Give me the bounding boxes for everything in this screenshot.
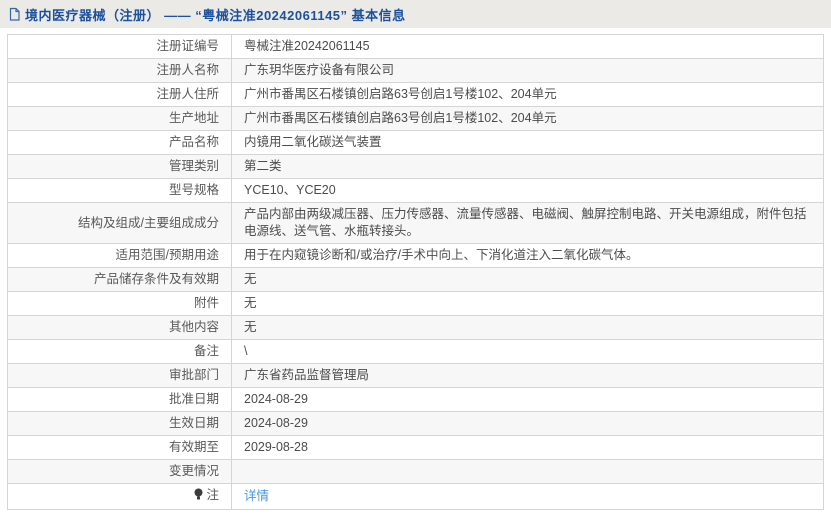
page: 境内医疗器械（注册） —— “粤械注准20242061145” 基本信息 注册证… bbox=[0, 0, 831, 516]
row-label: 批准日期 bbox=[7, 387, 232, 412]
table-row: 管理类别 第二类 bbox=[7, 154, 824, 179]
table-row: 产品储存条件及有效期无 bbox=[7, 267, 824, 292]
row-value: 内镜用二氧化碳送气装置 bbox=[231, 130, 824, 155]
table-row: 型号规格 YCE10、YCE20 bbox=[7, 178, 824, 203]
row-label: 附件 bbox=[7, 291, 232, 316]
table-row: 变更情况 bbox=[7, 459, 824, 484]
detail-link[interactable]: 详情 bbox=[244, 489, 269, 503]
row-value: 粤械注准20242061145 bbox=[231, 34, 824, 59]
bulb-icon bbox=[194, 488, 203, 506]
row-value: 无 bbox=[231, 315, 824, 340]
table-row: 适用范围/预期用途 用于在内窥镜诊断和/或治疗/手术中向上、下消化道注入二氧化碳气… bbox=[7, 243, 824, 268]
row-value: 第二类 bbox=[231, 154, 824, 179]
page-title: 境内医疗器械（注册） —— “粤械注准20242061145” 基本信息 bbox=[25, 7, 406, 23]
row-label: 注册证编号 bbox=[7, 34, 232, 59]
row-label: 管理类别 bbox=[7, 154, 232, 179]
table-row: 生效日期 2024-08-29 bbox=[7, 411, 824, 436]
row-label: 注册人住所 bbox=[7, 82, 232, 107]
registration-info-table: 注册证编号 粤械注准20242061145 注册人名称 广东玥华医疗设备有限公司 注册人… bbox=[7, 34, 824, 510]
row-value: 广东省药品监督管理局 bbox=[231, 363, 824, 388]
table-row: 注册证编号 粤械注准20242061145 bbox=[7, 34, 824, 59]
table-row: 批准日期 2024-08-29 bbox=[7, 387, 824, 412]
table-row: 注详情 bbox=[7, 483, 824, 510]
table-row: 产品名称 内镜用二氧化碳送气装置 bbox=[7, 130, 824, 155]
table-row: 审批部门 广东省药品监督管理局 bbox=[7, 363, 824, 388]
table-row: 有效期至 2029-08-28 bbox=[7, 435, 824, 460]
table-row: 注册人名称 广东玥华医疗设备有限公司 bbox=[7, 58, 824, 83]
row-value: 用于在内窥镜诊断和/或治疗/手术中向上、下消化道注入二氧化碳气体。 bbox=[231, 243, 824, 268]
row-value bbox=[231, 459, 824, 484]
row-value: 2029-08-28 bbox=[231, 435, 824, 460]
row-value: 广州市番禺区石楼镇创启路63号创启1号楼102、204单元 bbox=[231, 106, 824, 131]
row-value: 广州市番禺区石楼镇创启路63号创启1号楼102、204单元 bbox=[231, 82, 824, 107]
row-label: 有效期至 bbox=[7, 435, 232, 460]
page-header: 境内医疗器械（注册） —— “粤械注准20242061145” 基本信息 bbox=[0, 0, 831, 28]
row-label: 审批部门 bbox=[7, 363, 232, 388]
row-value: 产品内部由两级减压器、压力传感器、流量传感器、电磁阀、触屏控制电路、开关电源组成… bbox=[231, 202, 824, 244]
table-row: 生产地址 广州市番禺区石楼镇创启路63号创启1号楼102、204单元 bbox=[7, 106, 824, 131]
row-value: 广东玥华医疗设备有限公司 bbox=[231, 58, 824, 83]
document-icon bbox=[8, 7, 21, 22]
row-label: 产品名称 bbox=[7, 130, 232, 155]
row-value: 无 bbox=[231, 291, 824, 316]
table-row: 备注 \ bbox=[7, 339, 824, 364]
row-label: 其他内容 bbox=[7, 315, 232, 340]
table-row: 注册人住所 广州市番禺区石楼镇创启路63号创启1号楼102、204单元 bbox=[7, 82, 824, 107]
row-label: 备注 bbox=[7, 339, 232, 364]
registration-table-body: 注册证编号 粤械注准20242061145 注册人名称 广东玥华医疗设备有限公司 注册人… bbox=[7, 34, 824, 510]
row-label: 型号规格 bbox=[7, 178, 232, 203]
row-value: \ bbox=[231, 339, 824, 364]
row-value: YCE10、YCE20 bbox=[231, 178, 824, 203]
table-row: 结构及组成/主要组成成分 产品内部由两级减压器、压力传感器、流量传感器、电磁阀、触… bbox=[7, 202, 824, 244]
row-label: 生产地址 bbox=[7, 106, 232, 131]
row-label: 适用范围/预期用途 bbox=[7, 243, 232, 268]
row-value: 无 bbox=[231, 267, 824, 292]
row-value: 2024-08-29 bbox=[231, 387, 824, 412]
table-row: 附件无 bbox=[7, 291, 824, 316]
row-label: 注 bbox=[7, 483, 232, 510]
row-label: 注册人名称 bbox=[7, 58, 232, 83]
row-label: 变更情况 bbox=[7, 459, 232, 484]
row-label: 产品储存条件及有效期 bbox=[7, 267, 232, 292]
table-row: 其他内容无 bbox=[7, 315, 824, 340]
row-label: 结构及组成/主要组成成分 bbox=[7, 202, 232, 244]
row-value: 2024-08-29 bbox=[231, 411, 824, 436]
row-value: 详情 bbox=[231, 483, 824, 510]
row-label: 生效日期 bbox=[7, 411, 232, 436]
